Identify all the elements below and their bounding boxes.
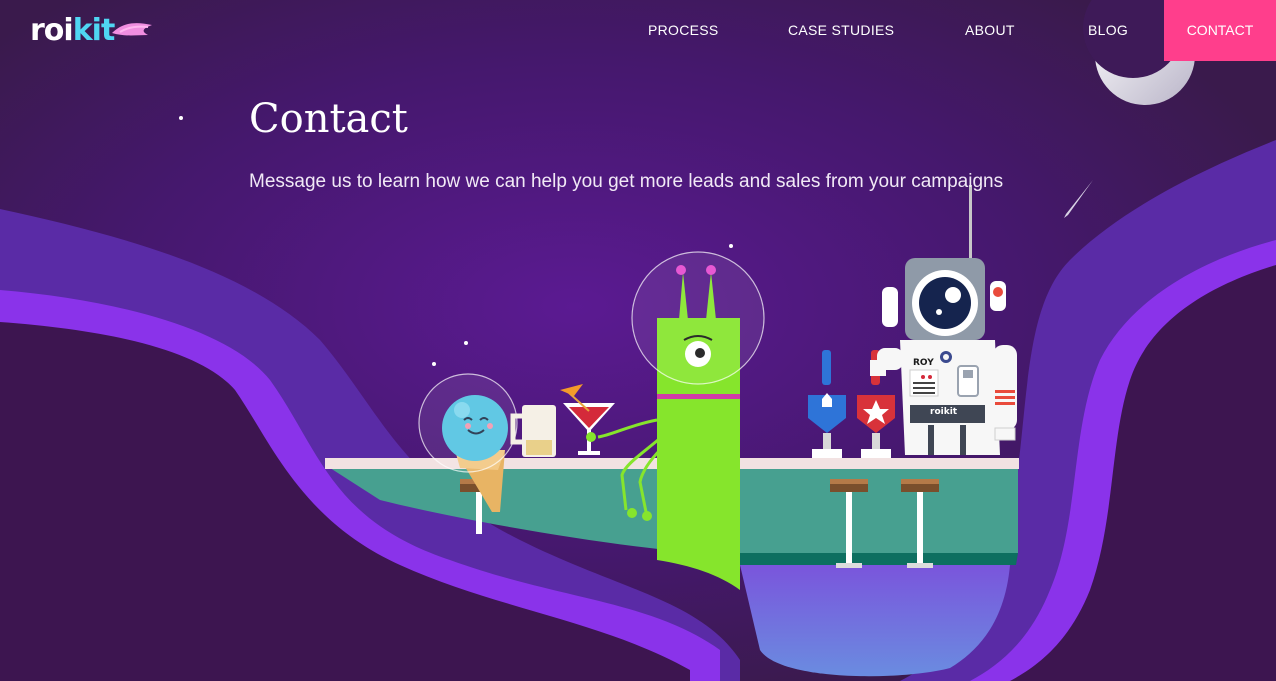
nav-about[interactable]: ABOUT bbox=[965, 0, 1015, 61]
nav-blog[interactable]: BLOG bbox=[1088, 0, 1128, 61]
page-subtitle: Message us to learn how we can help you … bbox=[249, 171, 1004, 192]
top-navigation: roi kit PROCESS CASE STUDIES ABOUT BLOG C… bbox=[0, 0, 1276, 61]
logo-text-roi: roi bbox=[30, 12, 74, 48]
roikit-logo[interactable]: roi kit bbox=[30, 10, 156, 50]
nav-process[interactable]: PROCESS bbox=[648, 0, 719, 61]
page-title: Contact bbox=[249, 96, 408, 142]
nav-contact-button[interactable]: CONTACT bbox=[1164, 0, 1276, 61]
nav-case-studies[interactable]: CASE STUDIES bbox=[788, 0, 894, 61]
rocket-swoosh-icon bbox=[112, 23, 153, 36]
astronaut-name-badge: ROY bbox=[913, 358, 934, 368]
hero-illustration bbox=[0, 0, 1276, 681]
astronaut-belt-logo: roikit bbox=[930, 407, 958, 417]
